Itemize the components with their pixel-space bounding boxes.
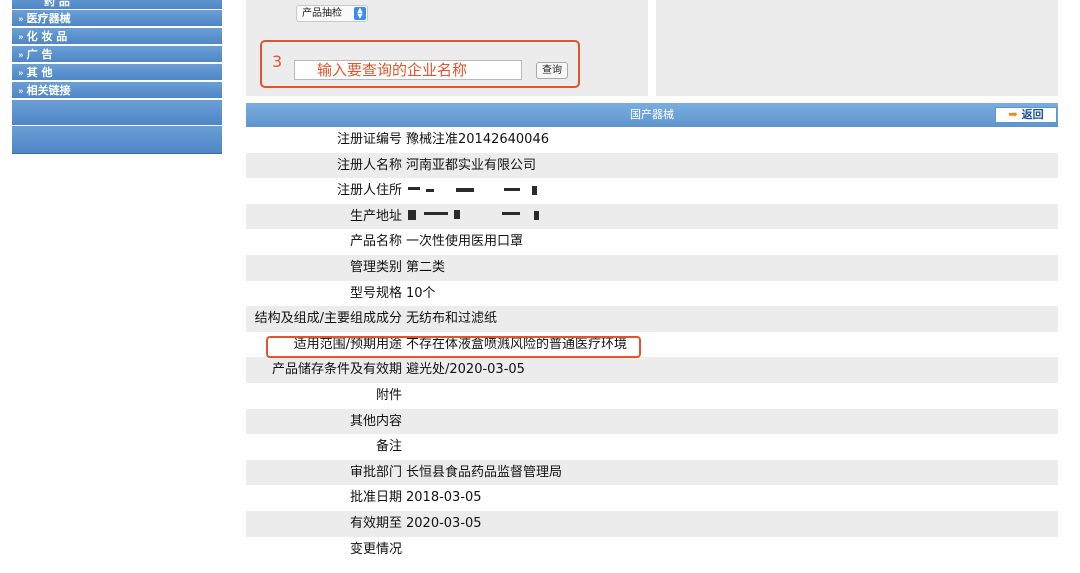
table-row: 有效期至 2020-03-05 <box>246 510 1058 537</box>
sidebar-item-label: 相关链接 <box>26 84 71 97</box>
field-label: 产品名称 <box>349 234 402 250</box>
table-row: 附件 <box>246 383 1058 409</box>
field-label: 结构及组成/主要组成成分 <box>254 311 402 327</box>
field-label: 注册证编号 <box>336 132 402 147</box>
field-label: 审批部门 <box>349 464 402 480</box>
sidebar-spacer <box>12 100 222 126</box>
field-label: 批准日期 <box>349 490 402 506</box>
table-row: 其他内容 <box>246 408 1058 435</box>
table-row: 备注 <box>246 434 1058 460</box>
double-chevron-icon: » <box>18 87 24 97</box>
table-row: 产品名称 一次性使用医用口罩 <box>246 229 1058 255</box>
field-value: 豫械注准20142640046 <box>406 132 549 147</box>
company-search-input[interactable]: 输入要查询的企业名称 <box>294 60 522 80</box>
table-row: 注册人名称 河南亚都实业有限公司 <box>246 152 1058 179</box>
table-row: 结构及组成/主要组成成分 无纺布和过滤纸 <box>246 306 1058 332</box>
field-label: 注册人住所 <box>336 183 402 199</box>
sidebar-item-medical-devices[interactable]: » 医疗器械 <box>12 10 222 27</box>
sidebar-nav: 药 品 » 医疗器械 » 化 妆 品 » 广 告 » 其 他 » 相关链接 <box>12 0 222 154</box>
usage-highlight-box <box>266 336 641 358</box>
table-row: 注册人住所 <box>246 178 1058 204</box>
field-value: 避光处/2020-03-05 <box>406 362 525 378</box>
field-label: 备注 <box>375 439 402 455</box>
table-row: 型号规格 10个 <box>246 281 1058 307</box>
sidebar-footer <box>12 126 222 154</box>
table-row: 注册证编号 豫械注准20142640046 <box>246 127 1058 153</box>
arrow-right-icon: ➡ <box>1008 108 1018 121</box>
field-value: 一次性使用医用口罩 <box>406 234 524 250</box>
category-select-value: 产品抽检 <box>302 8 342 19</box>
field-label: 型号规格 <box>349 285 402 301</box>
sidebar-item-label: 化 妆 品 <box>26 30 68 43</box>
step-number: 3 <box>272 52 283 71</box>
double-chevron-icon: » <box>18 69 24 79</box>
table-title: 国产器械 <box>246 103 1058 127</box>
double-chevron-icon: » <box>18 33 24 43</box>
table-row: 生产地址 <box>246 203 1058 230</box>
field-value: 河南亚都实业有限公司 <box>406 157 537 173</box>
table-row: 管理类别 第二类 <box>246 254 1058 281</box>
field-label: 管理类别 <box>349 259 402 275</box>
field-label: 生产地址 <box>349 208 402 224</box>
sidebar-item-related-links[interactable]: » 相关链接 <box>12 82 222 99</box>
sidebar-item-other[interactable]: » 其 他 <box>12 64 222 81</box>
back-button-label: 返回 <box>1021 108 1044 121</box>
field-label: 变更情况 <box>349 541 402 557</box>
side-panel <box>656 0 1058 96</box>
select-updown-icon: ▲ ▼ <box>354 7 366 20</box>
redacted-value <box>406 178 646 204</box>
field-value: 2020-03-05 <box>406 515 482 531</box>
sidebar-item-advertising[interactable]: » 广 告 <box>12 46 222 63</box>
sidebar-item-label: 其 他 <box>26 66 53 79</box>
field-label: 附件 <box>375 387 402 403</box>
double-chevron-icon: » <box>18 51 24 61</box>
table-row: 批准日期 2018-03-05 <box>246 485 1058 511</box>
search-button[interactable]: 查询 <box>536 62 568 79</box>
category-select[interactable]: 产品抽检 ▲ ▼ <box>296 5 368 22</box>
field-label: 其他内容 <box>349 413 402 429</box>
field-value: 第二类 <box>406 259 446 275</box>
field-value: 无纺布和过滤纸 <box>406 311 498 327</box>
field-value: 长恒县食品药品监督管理局 <box>406 464 563 480</box>
table-row: 产品储存条件及有效期 避光处/2020-03-05 <box>246 357 1058 383</box>
back-button[interactable]: ➡ 返回 <box>995 107 1057 123</box>
table-row: 审批部门 长恒县食品药品监督管理局 <box>246 459 1058 486</box>
field-label: 产品储存条件及有效期 <box>271 362 402 378</box>
sidebar-item-drugs[interactable]: 药 品 <box>12 0 222 10</box>
table-row: 变更情况 <box>246 537 1058 563</box>
redacted-value <box>406 204 646 230</box>
field-value: 2018-03-05 <box>406 490 482 506</box>
field-value: 10个 <box>406 285 436 301</box>
field-label: 有效期至 <box>349 515 402 531</box>
double-chevron-icon: » <box>18 15 24 25</box>
sidebar-item-label: 广 告 <box>26 48 53 61</box>
sidebar-item-cosmetics[interactable]: » 化 妆 品 <box>12 28 222 45</box>
sidebar-item-label: 医疗器械 <box>26 12 71 25</box>
field-label: 注册人名称 <box>336 157 402 173</box>
sidebar-item-label: 药 品 <box>44 0 70 8</box>
